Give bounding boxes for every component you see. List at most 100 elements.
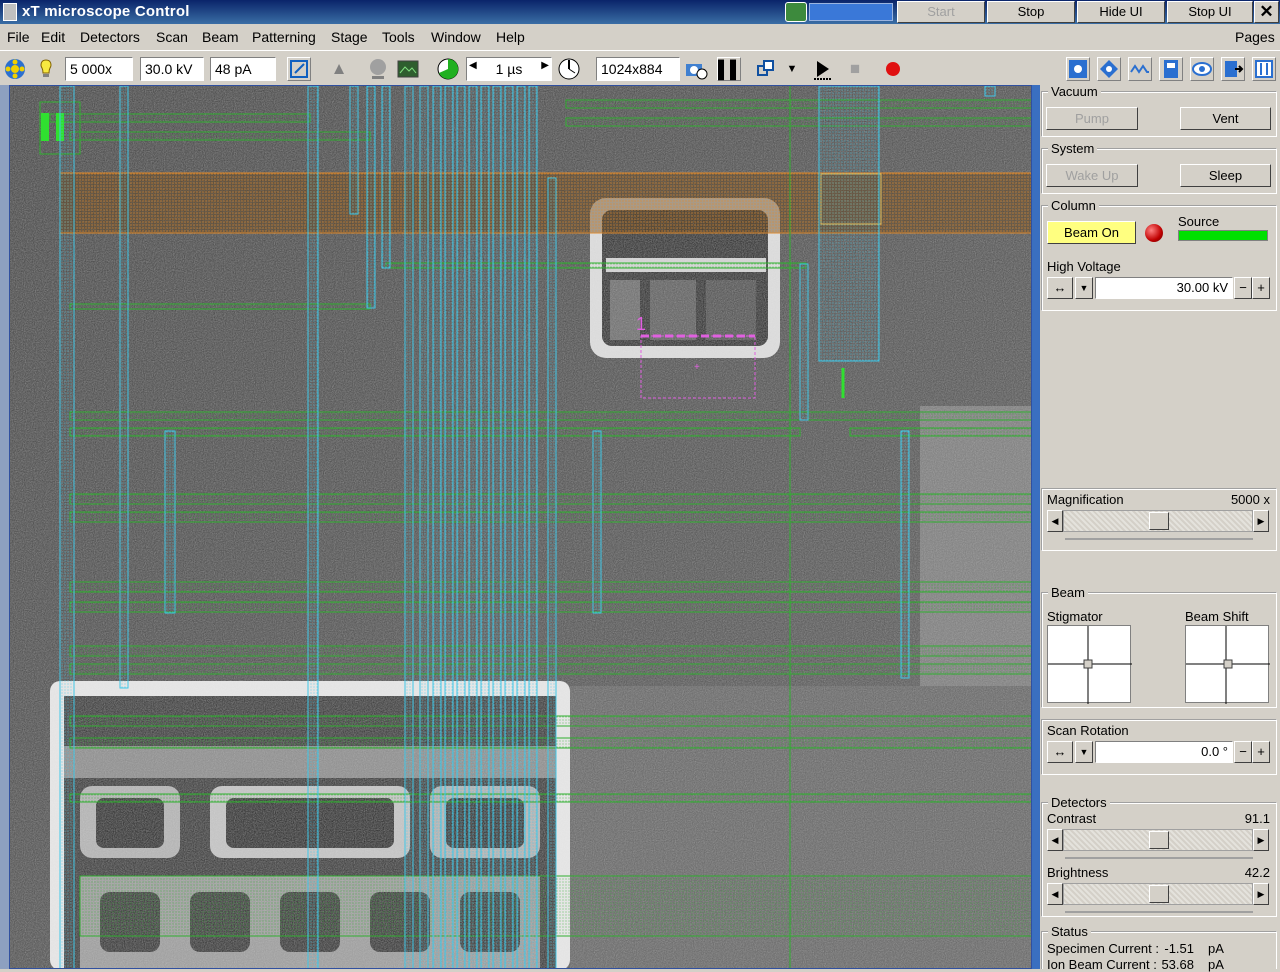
page-export-icon[interactable] <box>1221 57 1245 81</box>
magnification-value: 5000 x <box>1230 492 1270 507</box>
sem-image-viewer[interactable]: 1 + <box>9 85 1032 969</box>
pump-button[interactable]: Pump <box>1046 107 1138 130</box>
snapshot-icon[interactable] <box>684 57 708 81</box>
status-title: Status <box>1048 924 1091 939</box>
sem-image: 1 + <box>10 86 1031 968</box>
stop-ui-button[interactable]: Stop UI <box>1167 1 1253 23</box>
brightness-right-icon[interactable]: ▶ <box>1253 883 1269 905</box>
magnification-slider-thumb[interactable] <box>1149 512 1169 530</box>
beam-select-icon[interactable] <box>3 57 27 81</box>
contrast-left-icon[interactable]: ◀ <box>1047 829 1063 851</box>
magnification-left-icon[interactable]: ◀ <box>1047 510 1063 532</box>
rotation-decrease-button[interactable]: − <box>1234 741 1252 763</box>
specimen-current-unit: pA <box>1208 941 1224 956</box>
detector-icon[interactable] <box>366 57 390 81</box>
menu-patterning[interactable]: Patterning <box>252 29 316 45</box>
contrast-right-icon[interactable]: ▶ <box>1253 829 1269 851</box>
magnification-right-icon[interactable]: ▶ <box>1253 510 1269 532</box>
menu-stage[interactable]: Stage <box>331 29 368 45</box>
menu-tools[interactable]: Tools <box>382 29 415 45</box>
high-voltage-field[interactable]: 30.00 kV <box>1095 277 1233 299</box>
page-beam-icon[interactable] <box>1066 57 1090 81</box>
rotation-swap-icon[interactable]: ↔ <box>1047 741 1073 763</box>
start-button[interactable]: Start <box>897 1 985 23</box>
brightness-slider[interactable] <box>1063 883 1253 905</box>
pause-icon[interactable]: ▌▌ <box>717 57 742 81</box>
quad-view-icon[interactable] <box>755 57 779 81</box>
menu-bar: File Edit Detectors Scan Beam Patterning… <box>0 25 1280 49</box>
current-field[interactable]: 48 pA <box>210 57 276 81</box>
record-icon[interactable] <box>881 57 905 81</box>
progress-bar <box>809 3 893 21</box>
close-icon[interactable]: ✕ <box>1254 1 1279 23</box>
menu-pages[interactable]: Pages <box>1235 29 1275 45</box>
chevron-down-icon[interactable]: ▼ <box>780 57 804 81</box>
page-view-icon[interactable] <box>1190 57 1214 81</box>
voltage-field[interactable]: 30.0 kV <box>140 57 204 81</box>
contrast-value: 91.1 <box>1244 811 1270 826</box>
lightbulb-icon[interactable] <box>34 57 58 81</box>
voltage-increase-button[interactable]: + <box>1252 277 1270 299</box>
menu-scan[interactable]: Scan <box>156 29 188 45</box>
timer-icon[interactable] <box>557 57 581 81</box>
resolution-field[interactable]: 1024x884 <box>596 57 680 81</box>
scan-speed-icon[interactable] <box>436 57 460 81</box>
scan-rotation-label: Scan Rotation <box>1047 723 1129 738</box>
menu-help[interactable]: Help <box>496 29 525 45</box>
swap-arrows-icon[interactable]: ↔ <box>1047 277 1073 299</box>
stigmator-pad[interactable] <box>1047 625 1132 704</box>
stop-button[interactable]: Stop <box>987 1 1075 23</box>
menu-file[interactable]: File <box>7 29 30 45</box>
dwell-time-field[interactable]: ◀ 1 µs ▶ <box>466 57 552 81</box>
magnification-field[interactable]: 5 000x <box>65 57 133 81</box>
beam-shift-pad[interactable] <box>1185 625 1270 704</box>
rotation-increase-button[interactable]: + <box>1252 741 1270 763</box>
hide-ui-button[interactable]: Hide UI <box>1077 1 1165 23</box>
image-icon[interactable] <box>396 57 420 81</box>
column-icon[interactable]: ▲ <box>327 57 351 81</box>
microscope-status-icon[interactable] <box>785 2 807 22</box>
decrease-icon[interactable]: ◀ <box>469 60 477 71</box>
scan-rotation-field[interactable]: 0.0 ° <box>1095 741 1233 763</box>
ion-beam-current-label: Ion Beam Current : <box>1047 957 1157 972</box>
magnification-slider[interactable] <box>1063 510 1253 532</box>
brightness-left-icon[interactable]: ◀ <box>1047 883 1063 905</box>
voltage-decrease-button[interactable]: − <box>1234 277 1252 299</box>
magnification-fine-track[interactable] <box>1065 538 1253 540</box>
wake-up-button[interactable]: Wake Up <box>1046 164 1138 187</box>
stop-icon[interactable]: ■ <box>843 57 867 81</box>
page-navigation-icon[interactable] <box>1097 57 1121 81</box>
specimen-current-label: Specimen Current : <box>1047 941 1159 956</box>
rotation-dropdown-icon[interactable]: ▼ <box>1075 741 1093 763</box>
app-icon <box>3 3 17 21</box>
menu-beam[interactable]: Beam <box>202 29 239 45</box>
increase-icon[interactable]: ▶ <box>541 60 549 71</box>
page-processing-icon[interactable] <box>1128 57 1152 81</box>
contrast-slider[interactable] <box>1063 829 1253 851</box>
brightness-slider-thumb[interactable] <box>1149 885 1169 903</box>
beam-shift-label: Beam Shift <box>1185 609 1249 624</box>
vent-button[interactable]: Vent <box>1180 107 1271 130</box>
svg-text:+: + <box>694 362 700 373</box>
contrast-slider-thumb[interactable] <box>1149 831 1169 849</box>
voltage-dropdown-icon[interactable]: ▼ <box>1075 277 1093 299</box>
contrast-fine-track[interactable] <box>1065 857 1253 859</box>
pattern-label: 1 <box>636 314 646 334</box>
contrast-label: Contrast <box>1047 811 1097 826</box>
sleep-button[interactable]: Sleep <box>1180 164 1271 187</box>
column-title: Column <box>1048 198 1099 213</box>
menu-window[interactable]: Window <box>431 29 481 45</box>
brightness-fine-track[interactable] <box>1065 911 1253 913</box>
zoom-select-icon[interactable] <box>287 57 311 81</box>
menu-edit[interactable]: Edit <box>41 29 65 45</box>
beam-on-button[interactable]: Beam On <box>1047 221 1136 244</box>
dwell-time-value: 1 µs <box>495 61 523 77</box>
ion-beam-current-value: 53.68 <box>1161 957 1194 972</box>
page-settings-icon[interactable] <box>1252 57 1276 81</box>
source-label: Source <box>1178 214 1220 229</box>
menu-detectors[interactable]: Detectors <box>80 29 140 45</box>
play-icon[interactable] <box>811 57 835 81</box>
viewer-left-border <box>0 85 9 969</box>
magnification-label: Magnification <box>1047 492 1124 507</box>
page-alignments-icon[interactable] <box>1159 57 1183 81</box>
